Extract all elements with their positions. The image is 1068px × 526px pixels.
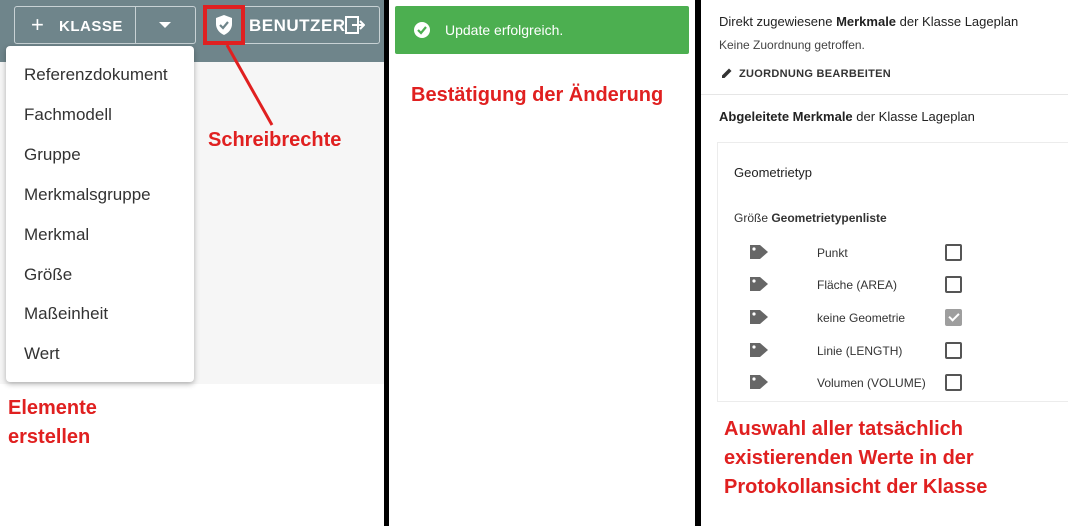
menu-item-groesse[interactable]: Größe bbox=[24, 265, 72, 285]
check-circle-icon bbox=[414, 22, 430, 38]
value-label: Punkt bbox=[817, 246, 848, 260]
value-label: Volumen (VOLUME) bbox=[817, 376, 926, 390]
annotation-create-elements-line2: erstellen bbox=[8, 426, 91, 448]
annotation-line: Protokollansicht der Klasse bbox=[724, 476, 988, 498]
value-checkbox[interactable] bbox=[945, 374, 962, 391]
feature-title: Geometrietyp bbox=[734, 165, 813, 180]
section-divider bbox=[701, 94, 1068, 95]
edit-assignment-button[interactable]: ZUORDNUNG BEARBEITEN bbox=[722, 68, 892, 80]
derived-features-heading: Abgeleitete Merkmale der Klasse Lageplan bbox=[719, 109, 975, 124]
feature-subtitle: Größe Geometrietypenliste bbox=[734, 211, 887, 225]
tag-icon bbox=[750, 245, 768, 259]
value-checkbox[interactable] bbox=[945, 342, 962, 359]
create-element-menu: Referenzdokument Fachmodell Gruppe Merkm… bbox=[6, 46, 194, 382]
value-checkbox[interactable] bbox=[945, 244, 962, 261]
panel-create-elements: + KLASSE BENUTZER Schreibrechte Referenz… bbox=[0, 0, 384, 526]
direct-features-heading: Direkt zugewiesene Merkmale der Klasse L… bbox=[719, 14, 1019, 29]
annotation-line: existierenden Werte in der bbox=[724, 447, 974, 469]
menu-item-merkmalsgruppe[interactable]: Merkmalsgruppe bbox=[24, 185, 151, 205]
value-row: keine Geometrie bbox=[749, 307, 979, 329]
value-row: Fläche (AREA) bbox=[749, 274, 979, 296]
menu-item-fachmodell[interactable]: Fachmodell bbox=[24, 105, 112, 125]
menu-item-wert[interactable]: Wert bbox=[24, 344, 60, 364]
pencil-icon bbox=[722, 68, 732, 78]
tag-icon bbox=[750, 277, 768, 291]
menu-item-gruppe[interactable]: Gruppe bbox=[24, 145, 81, 165]
value-checkbox-checked[interactable] bbox=[945, 309, 962, 326]
menu-item-referenzdokument[interactable]: Referenzdokument bbox=[24, 65, 168, 85]
value-row: Volumen (VOLUME) bbox=[749, 372, 979, 394]
tag-icon bbox=[750, 343, 768, 357]
menu-item-masseinheit[interactable]: Maßeinheit bbox=[24, 304, 108, 324]
tag-icon bbox=[750, 310, 768, 324]
value-checkbox[interactable] bbox=[945, 276, 962, 293]
annotation-create-elements: Elemente erstellen bbox=[8, 394, 97, 452]
panel-confirmation: Update erfolgreich. Bestätigung der Ände… bbox=[389, 0, 695, 526]
annotation-confirmation: Bestätigung der Änderung bbox=[411, 84, 664, 106]
toast-message: Update erfolgreich. bbox=[445, 22, 564, 38]
edit-assignment-label: ZUORDNUNG BEARBEITEN bbox=[739, 68, 892, 80]
value-label: Linie (LENGTH) bbox=[817, 344, 903, 358]
annotation-protocol-view: Auswahl aller tatsächlich existierenden … bbox=[724, 415, 987, 502]
value-row: Punkt bbox=[749, 242, 979, 264]
value-label: keine Geometrie bbox=[817, 311, 906, 325]
annotation-line: Auswahl aller tatsächlich bbox=[724, 418, 963, 440]
feature-card-geometrietyp: Geometrietyp Größe Geometrietypenliste P… bbox=[717, 142, 1068, 402]
annotation-create-elements-line1: Elemente bbox=[8, 397, 97, 419]
success-toast: Update erfolgreich. bbox=[395, 6, 689, 54]
value-label: Fläche (AREA) bbox=[817, 278, 898, 292]
menu-item-merkmal[interactable]: Merkmal bbox=[24, 225, 89, 245]
value-row: Linie (LENGTH) bbox=[749, 340, 979, 362]
annotation-write-rights: Schreibrechte bbox=[208, 129, 342, 151]
tag-icon bbox=[750, 375, 768, 389]
panel-protocol-view: Direkt zugewiesene Merkmale der Klasse L… bbox=[701, 0, 1068, 526]
no-assignment-text: Keine Zuordnung getroffen. bbox=[719, 38, 865, 52]
